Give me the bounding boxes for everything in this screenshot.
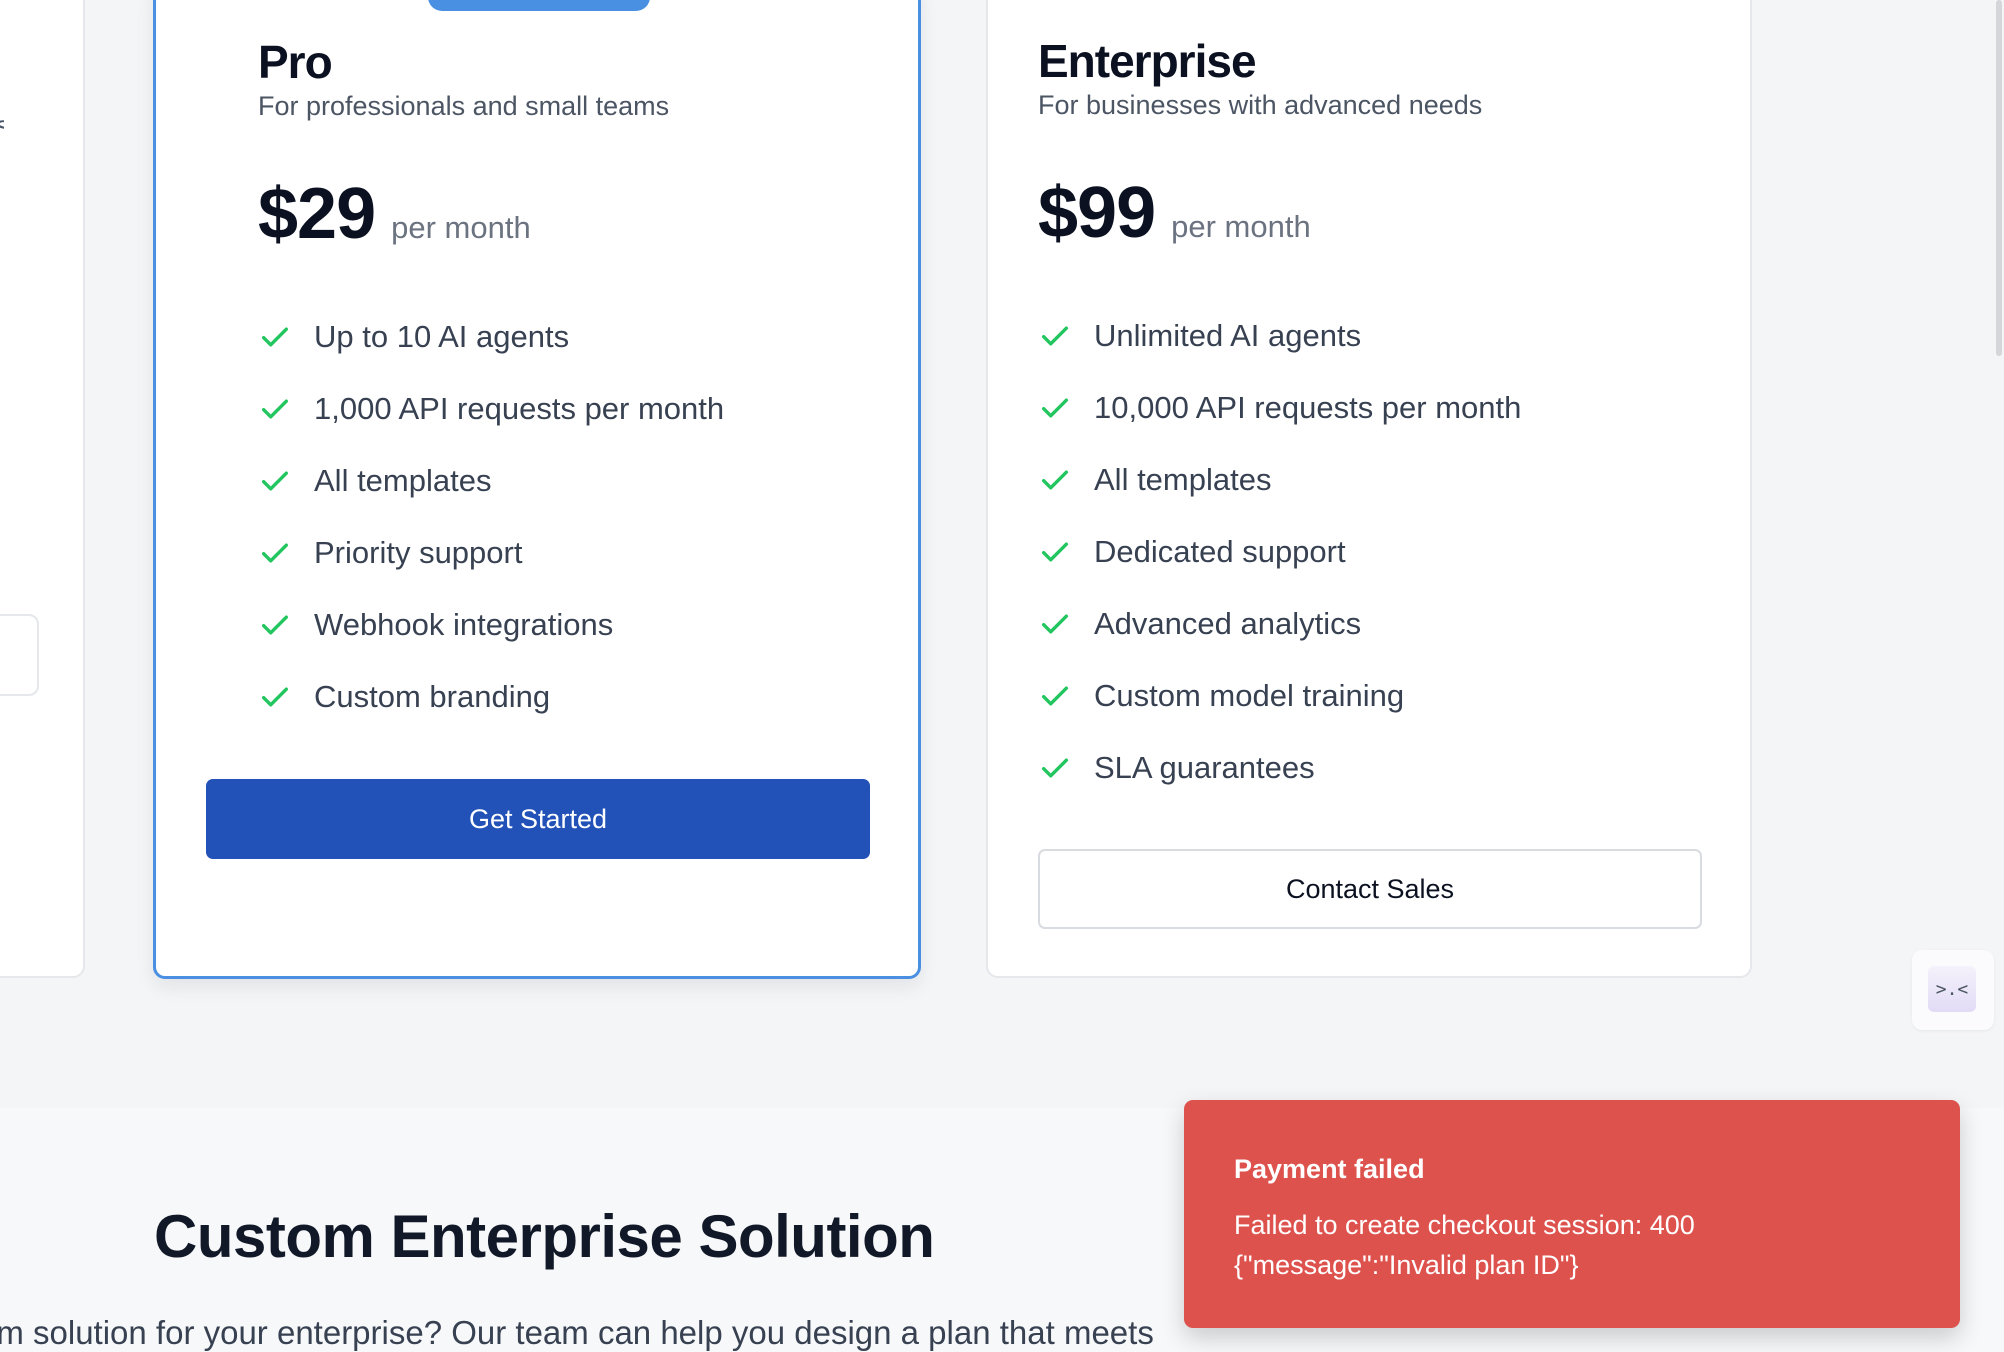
plan-card-free: s bbox=[0, 0, 85, 978]
feature-label: All templates bbox=[1094, 462, 1272, 497]
check-icon bbox=[1041, 326, 1069, 346]
check-icon bbox=[1041, 398, 1069, 418]
plan-description: For businesses with advanced needs bbox=[1038, 90, 1483, 120]
price-row: $99 per month bbox=[1038, 172, 1311, 254]
plan-cta-button-partial[interactable] bbox=[0, 614, 39, 696]
chat-widget-icon: >.< bbox=[1928, 966, 1976, 1012]
check-icon bbox=[261, 399, 289, 419]
feature-item: 10,000 API requests per month bbox=[1038, 372, 1521, 444]
price-period: per month bbox=[391, 210, 531, 245]
feature-label: Dedicated support bbox=[1094, 534, 1346, 569]
feature-item: Advanced analytics bbox=[1038, 588, 1521, 660]
check-icon bbox=[1041, 470, 1069, 490]
feature-label: 10,000 API requests per month bbox=[1094, 390, 1522, 425]
section-body: om solution for your enterprise? Our tea… bbox=[0, 1314, 1154, 1351]
feature-item: Dedicated support bbox=[1038, 516, 1521, 588]
check-icon bbox=[1041, 614, 1069, 634]
feature-list: Unlimited AI agents 10,000 API requests … bbox=[1038, 300, 1521, 804]
plan-card-pro: Pro For professionals and small teams $2… bbox=[153, 0, 921, 979]
feature-label: Webhook integrations bbox=[314, 607, 614, 642]
price-row: $29 per month bbox=[258, 173, 531, 255]
plan-description: For professionals and small teams bbox=[258, 91, 670, 121]
plan-card-enterprise: Enterprise For businesses with advanced … bbox=[986, 0, 1752, 978]
feature-label: Priority support bbox=[314, 535, 523, 570]
feature-label: Custom model training bbox=[1094, 678, 1405, 713]
check-icon bbox=[261, 687, 289, 707]
feature-label: Up to 10 AI agents bbox=[314, 319, 570, 354]
plan-name: Enterprise bbox=[1038, 35, 1257, 87]
chat-widget-button[interactable]: >.< bbox=[1912, 950, 1994, 1030]
section-title: Custom Enterprise Solution bbox=[154, 1203, 935, 1270]
price-amount: $99 bbox=[1038, 173, 1156, 253]
feature-item: Priority support bbox=[258, 517, 724, 589]
pricing-page: s Pro For professionals and small teams … bbox=[0, 0, 2004, 1352]
feature-item: Webhook integrations bbox=[258, 589, 724, 661]
feature-label: SLA guarantees bbox=[1094, 750, 1315, 785]
feature-label: Unlimited AI agents bbox=[1094, 318, 1362, 353]
plan-name: Pro bbox=[258, 36, 333, 88]
get-started-button[interactable]: Get Started bbox=[206, 779, 870, 859]
feature-item: Custom branding bbox=[258, 661, 724, 733]
plan-description-partial: s bbox=[0, 110, 4, 132]
feature-label: 1,000 API requests per month bbox=[314, 391, 725, 426]
feature-label: Advanced analytics bbox=[1094, 606, 1362, 641]
check-icon bbox=[1041, 542, 1069, 562]
check-icon bbox=[261, 543, 289, 563]
feature-label: Custom branding bbox=[314, 679, 551, 714]
price-period: per month bbox=[1171, 209, 1311, 244]
feature-item: Up to 10 AI agents bbox=[258, 301, 724, 373]
popular-badge bbox=[428, 0, 650, 11]
feature-item: Custom model training bbox=[1038, 660, 1521, 732]
feature-item: All templates bbox=[1038, 444, 1521, 516]
feature-item: 1,000 API requests per month bbox=[258, 373, 724, 445]
feature-item: Unlimited AI agents bbox=[1038, 300, 1521, 372]
page-scrollbar[interactable] bbox=[1996, 0, 2002, 356]
contact-sales-button[interactable]: Contact Sales bbox=[1038, 849, 1702, 929]
check-icon bbox=[261, 615, 289, 635]
feature-label: All templates bbox=[314, 463, 492, 498]
price-amount: $29 bbox=[258, 174, 376, 254]
feature-item: All templates bbox=[258, 445, 724, 517]
check-icon bbox=[1041, 686, 1069, 706]
error-toast[interactable]: Payment failed Failed to create checkout… bbox=[1184, 1100, 1960, 1328]
toast-message: Failed to create checkout session: 400 {… bbox=[1234, 1210, 1695, 1280]
feature-list: Up to 10 AI agents 1,000 API requests pe… bbox=[258, 301, 724, 733]
feature-item: SLA guarantees bbox=[1038, 732, 1521, 804]
check-icon bbox=[261, 471, 289, 491]
check-icon bbox=[1041, 758, 1069, 778]
check-icon bbox=[261, 327, 289, 347]
toast-title: Payment failed bbox=[1234, 1154, 1425, 1184]
